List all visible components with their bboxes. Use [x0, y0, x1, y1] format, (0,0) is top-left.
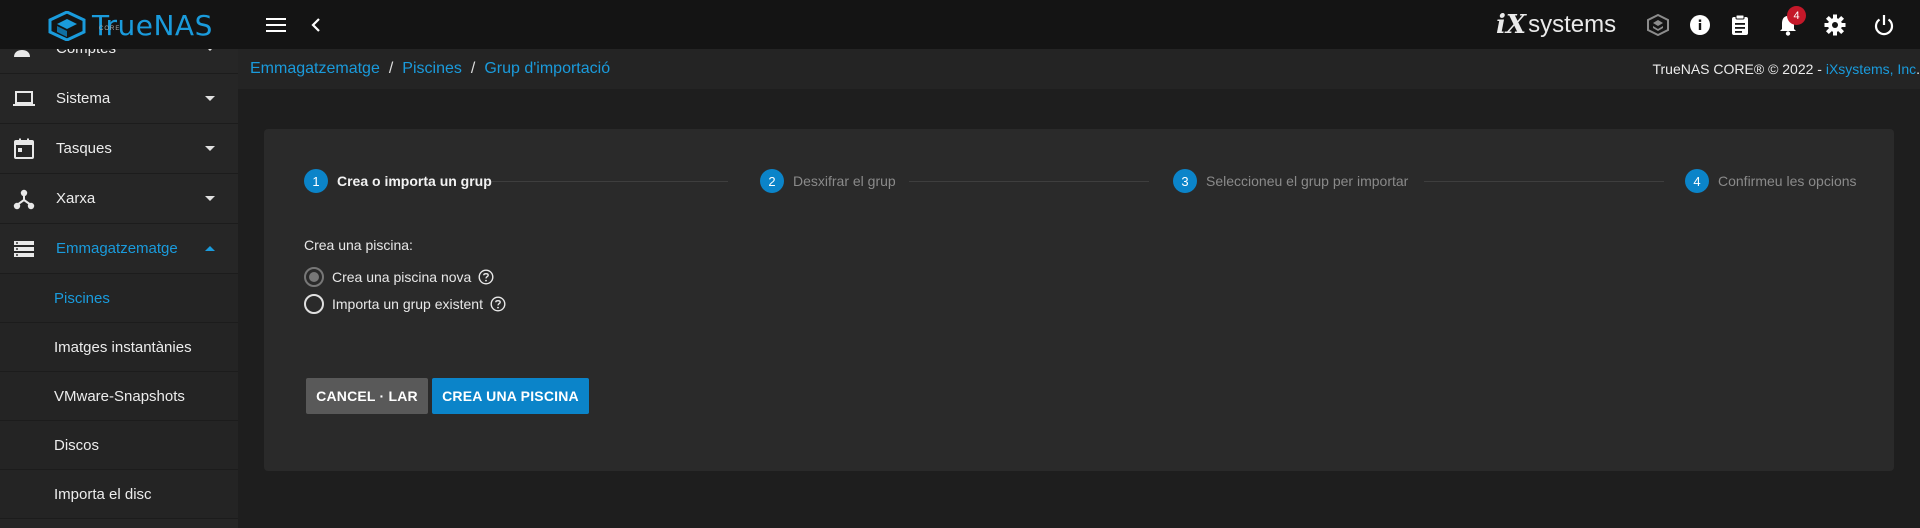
sidebar-item-label: Tasques — [56, 140, 112, 157]
ixsystems-logo-ix: iX — [1496, 10, 1527, 40]
form-title: Crea una piscina: — [304, 237, 413, 253]
breadcrumb-piscines[interactable]: Piscines — [402, 60, 462, 78]
sidebar-subitem-label: Importa el disc — [54, 485, 152, 503]
sidebar-subitem-label: Discos — [54, 436, 100, 454]
radio-button[interactable] — [304, 294, 324, 314]
sidebar-item-xarxa[interactable]: Xarxa — [0, 174, 238, 224]
ixsystems-link[interactable]: iXsystems, Inc — [1826, 61, 1916, 77]
ixsystems-logo[interactable]: iX systems — [1496, 10, 1616, 40]
sidebar: Comptes Sistema Tasques Xarxa Emmagatzem… — [0, 49, 238, 528]
top-toolbar: TrueNAS CORE iX systems 4 — [0, 0, 1920, 49]
sidebar-subitem-label: VMware-Snapshots — [54, 387, 185, 405]
step-label: Crea o importa un grup — [337, 173, 492, 189]
breadcrumb-separator: / — [470, 60, 476, 77]
network-icon — [13, 189, 35, 210]
gear-icon[interactable] — [1823, 13, 1847, 37]
radio-import-existing-pool[interactable]: Importa un grup existent — [304, 294, 506, 314]
import-pool-wizard: 1 Crea o importa un grup 2 Desxifrar el … — [264, 129, 1894, 471]
copyright-text: TrueNAS CORE® © 2022 - — [1652, 61, 1826, 77]
create-pool-button[interactable]: CREA UNA PISCINA — [432, 378, 589, 414]
chevron-down-icon — [205, 96, 215, 101]
help-icon[interactable] — [490, 296, 506, 312]
step-3[interactable]: 3 Seleccioneu el grup per importar — [1173, 169, 1408, 193]
radio-label: Importa un grup existent — [332, 296, 483, 312]
calendar-icon — [14, 138, 34, 159]
chevron-down-icon — [205, 196, 215, 201]
breadcrumb-bar: Emmagatzematge / Piscines / Grup d'impor… — [238, 49, 1920, 89]
sidebar-item-label: Emmagatzematge — [56, 240, 178, 257]
sidebar-item-sistema[interactable]: Sistema — [0, 74, 238, 124]
step-label: Seleccioneu el grup per importar — [1206, 173, 1409, 189]
breadcrumb: Emmagatzematge / Piscines / Grup d'impor… — [250, 60, 610, 78]
truenas-logo-icon — [48, 10, 86, 41]
breadcrumb-emmagatzematge[interactable]: Emmagatzematge — [250, 60, 380, 78]
sidebar-subitem-label: Imatges instantànies — [54, 338, 192, 356]
stepper-connector — [909, 181, 1149, 182]
radio-label: Crea una piscina nova — [332, 269, 472, 285]
sidebar-item-label: Sistema — [56, 90, 111, 107]
sidebar-subitem-piscines[interactable]: Piscines — [0, 274, 238, 323]
chevron-up-icon — [205, 246, 215, 251]
laptop-icon — [13, 91, 35, 106]
sidebar-item-label: Xarxa — [56, 190, 96, 207]
stepper-connector — [1424, 181, 1664, 182]
sidebar-item-comptes[interactable]: Comptes — [0, 49, 238, 74]
sidebar-subitem-vmware-snapshots[interactable]: VMware-Snapshots — [0, 372, 238, 421]
step-4[interactable]: 4 Confirmeu les opcions — [1685, 169, 1857, 193]
radio-create-new-pool[interactable]: Crea una piscina nova — [304, 267, 494, 287]
menu-icon[interactable] — [264, 13, 288, 37]
step-number: 2 — [760, 169, 784, 193]
accounts-icon — [14, 50, 30, 57]
notification-badge: 4 — [1787, 6, 1806, 25]
copyright: TrueNAS CORE® © 2022 - iXsystems, Inc. — [1652, 61, 1920, 77]
truenas-logo[interactable]: TrueNAS — [48, 9, 213, 42]
sidebar-item-emmagatzematge[interactable]: Emmagatzematge — [0, 224, 238, 274]
step-label: Confirmeu les opcions — [1718, 173, 1857, 189]
truecommand-icon[interactable] — [1646, 13, 1670, 37]
storage-icon — [14, 241, 34, 257]
breadcrumb-separator: / — [388, 60, 394, 77]
radio-button[interactable] — [304, 267, 324, 287]
chevron-down-icon — [205, 49, 215, 51]
step-number: 1 — [304, 169, 328, 193]
breadcrumb-grup-importacio[interactable]: Grup d'importació — [484, 60, 610, 78]
chevron-down-icon — [205, 146, 215, 151]
sidebar-item-tasques[interactable]: Tasques — [0, 124, 238, 174]
sidebar-item-label: Comptes — [56, 49, 116, 57]
sidebar-subitem-discos[interactable]: Discos — [0, 421, 238, 470]
brand-edition: CORE — [99, 26, 121, 32]
cancel-button[interactable]: CANCEL · LAR — [306, 378, 428, 414]
sidebar-subitem-label: Piscines — [54, 289, 110, 307]
step-number: 4 — [1685, 169, 1709, 193]
step-number: 3 — [1173, 169, 1197, 193]
chevron-left-icon[interactable] — [304, 13, 328, 37]
power-icon[interactable] — [1872, 13, 1896, 37]
step-label: Desxifrar el grup — [793, 173, 896, 189]
help-icon[interactable] — [478, 269, 494, 285]
clipboard-icon[interactable] — [1728, 13, 1752, 37]
copyright-suffix: . — [1916, 61, 1920, 77]
stepper-connector — [485, 181, 728, 182]
ixsystems-logo-systems: systems — [1528, 11, 1617, 38]
sidebar-subitem-imatges-instantanies[interactable]: Imatges instantànies — [0, 323, 238, 372]
info-icon[interactable] — [1688, 13, 1712, 37]
step-1[interactable]: 1 Crea o importa un grup — [304, 169, 492, 193]
step-2[interactable]: 2 Desxifrar el grup — [760, 169, 896, 193]
sidebar-subitem-importa-el-disc[interactable]: Importa el disc — [0, 470, 238, 519]
